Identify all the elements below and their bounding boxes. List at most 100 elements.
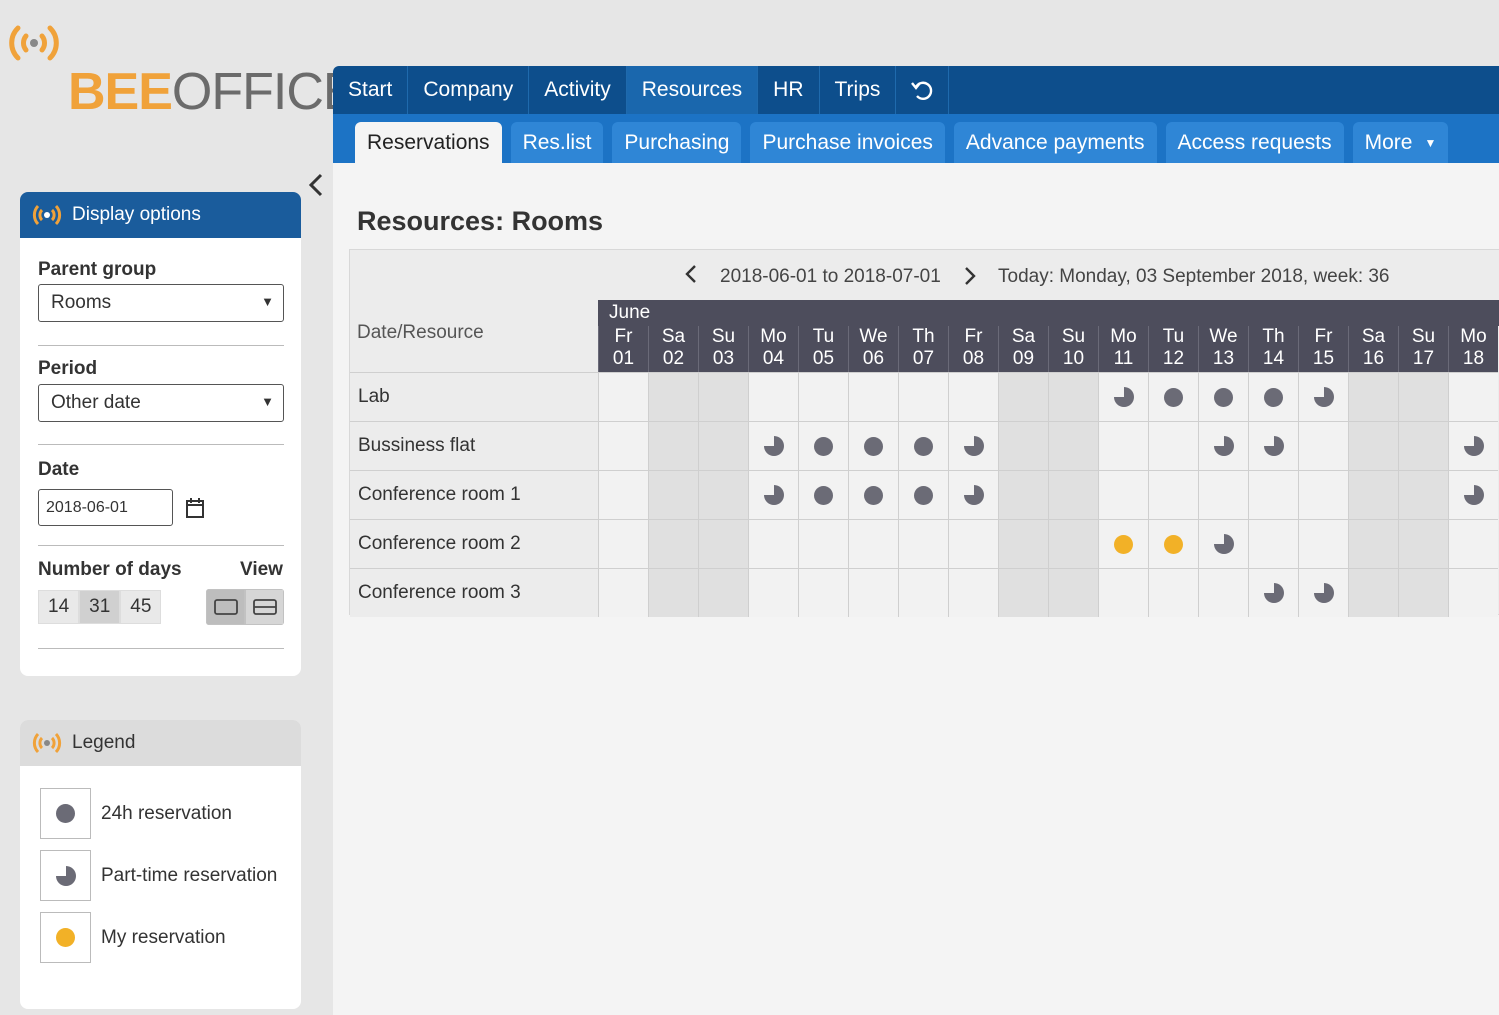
reservation-cell[interactable] (1098, 421, 1148, 470)
days-14-button[interactable]: 14 (38, 590, 80, 624)
reservation-cell[interactable] (1398, 568, 1448, 617)
reservation-cell[interactable] (648, 470, 698, 519)
reservation-cell[interactable] (948, 421, 998, 470)
reservation-cell[interactable] (1348, 568, 1398, 617)
resource-row-label[interactable]: Conference room 2 (350, 519, 598, 568)
reservation-cell[interactable] (1198, 568, 1248, 617)
tab-advance-payments[interactable]: Advance payments (953, 122, 1157, 163)
reservation-cell[interactable] (798, 421, 848, 470)
tab-purchase-invoices[interactable]: Purchase invoices (750, 122, 945, 163)
reservation-cell[interactable] (948, 470, 998, 519)
reservation-cell[interactable] (1248, 372, 1298, 421)
resource-row-label[interactable]: Conference room 1 (350, 470, 598, 519)
nav-company[interactable]: Company (408, 66, 530, 114)
days-45-button[interactable]: 45 (120, 590, 162, 624)
reservation-cell[interactable] (1348, 421, 1398, 470)
reservation-cell[interactable] (848, 568, 898, 617)
reservation-cell[interactable] (748, 568, 798, 617)
reservation-cell[interactable] (798, 372, 848, 421)
reservation-cell[interactable] (1148, 470, 1198, 519)
display-options-header[interactable]: Display options (20, 192, 301, 238)
reservation-cell[interactable] (1098, 372, 1148, 421)
reservation-cell[interactable] (698, 421, 748, 470)
reservation-cell[interactable] (1298, 372, 1348, 421)
refresh-icon[interactable] (896, 66, 950, 114)
reservation-cell[interactable] (848, 519, 898, 568)
reservation-cell[interactable] (748, 372, 798, 421)
reservation-cell[interactable] (1398, 519, 1448, 568)
reservation-cell[interactable] (598, 568, 648, 617)
reservation-cell[interactable] (1048, 470, 1098, 519)
reservation-cell[interactable] (1298, 421, 1348, 470)
tab-res-list[interactable]: Res.list (510, 122, 604, 163)
resource-row-label[interactable]: Lab (350, 372, 598, 421)
reservation-cell[interactable] (1248, 421, 1298, 470)
reservation-cell[interactable] (898, 568, 948, 617)
reservation-cell[interactable] (898, 421, 948, 470)
reservation-cell[interactable] (1248, 519, 1298, 568)
tab-access-requests[interactable]: Access requests (1165, 122, 1344, 163)
reservation-cell[interactable] (1448, 421, 1498, 470)
reservation-cell[interactable] (1148, 568, 1198, 617)
reservation-cell[interactable] (648, 421, 698, 470)
calendar-icon[interactable] (185, 497, 205, 524)
reservation-cell[interactable] (1048, 519, 1098, 568)
reservation-cell[interactable] (1048, 421, 1098, 470)
reservation-cell[interactable] (848, 470, 898, 519)
reservation-cell[interactable] (948, 568, 998, 617)
beeoffice-logo[interactable]: BEEOFFICE (8, 14, 358, 124)
reservation-cell[interactable] (598, 470, 648, 519)
reservation-cell[interactable] (1298, 568, 1348, 617)
prev-period-icon[interactable] (685, 264, 697, 290)
reservation-cell[interactable] (1098, 568, 1148, 617)
reservation-cell[interactable] (1398, 421, 1448, 470)
reservation-cell[interactable] (898, 519, 948, 568)
reservation-cell[interactable] (1148, 519, 1198, 568)
reservation-cell[interactable] (1098, 470, 1148, 519)
resource-row-label[interactable]: Bussiness flat (350, 421, 598, 470)
reservation-cell[interactable] (948, 519, 998, 568)
reservation-cell[interactable] (648, 519, 698, 568)
nav-hr[interactable]: HR (758, 66, 820, 114)
view-single-icon[interactable] (206, 589, 245, 625)
tab-more[interactable]: More ▼ (1352, 122, 1449, 163)
nav-resources[interactable]: Resources (626, 66, 759, 114)
reservation-cell[interactable] (1248, 470, 1298, 519)
reservation-cell[interactable] (698, 519, 748, 568)
tab-purchasing[interactable]: Purchasing (612, 122, 742, 163)
reservation-cell[interactable] (1148, 372, 1198, 421)
tab-reservations[interactable]: Reservations (355, 122, 502, 163)
legend-header[interactable]: Legend (20, 720, 301, 766)
reservation-cell[interactable] (1348, 470, 1398, 519)
reservation-cell[interactable] (1198, 421, 1248, 470)
reservation-cell[interactable] (1398, 372, 1448, 421)
reservation-cell[interactable] (948, 372, 998, 421)
reservation-cell[interactable] (648, 372, 698, 421)
reservation-cell[interactable] (998, 421, 1048, 470)
reservation-cell[interactable] (1448, 568, 1498, 617)
reservation-cell[interactable] (798, 568, 848, 617)
reservation-cell[interactable] (598, 372, 648, 421)
reservation-cell[interactable] (1248, 568, 1298, 617)
reservation-cell[interactable] (698, 568, 748, 617)
reservation-cell[interactable] (998, 519, 1048, 568)
reservation-cell[interactable] (1048, 568, 1098, 617)
reservation-cell[interactable] (748, 421, 798, 470)
date-input[interactable]: 2018-06-01 (38, 489, 173, 526)
reservation-cell[interactable] (1048, 372, 1098, 421)
reservation-cell[interactable] (848, 372, 898, 421)
reservation-cell[interactable] (1348, 372, 1398, 421)
reservation-cell[interactable] (1198, 372, 1248, 421)
reservation-cell[interactable] (1448, 470, 1498, 519)
nav-start[interactable]: Start (333, 66, 409, 114)
reservation-cell[interactable] (798, 470, 848, 519)
resource-row-label[interactable]: Conference room 3 (350, 568, 598, 617)
collapse-sidebar-icon[interactable] (308, 172, 324, 205)
reservation-cell[interactable] (998, 568, 1048, 617)
reservation-cell[interactable] (798, 519, 848, 568)
reservation-cell[interactable] (1098, 519, 1148, 568)
period-select[interactable]: Other date ▼ (38, 384, 284, 422)
nav-trips[interactable]: Trips (820, 66, 897, 114)
reservation-cell[interactable] (898, 372, 948, 421)
nav-activity[interactable]: Activity (529, 66, 627, 114)
